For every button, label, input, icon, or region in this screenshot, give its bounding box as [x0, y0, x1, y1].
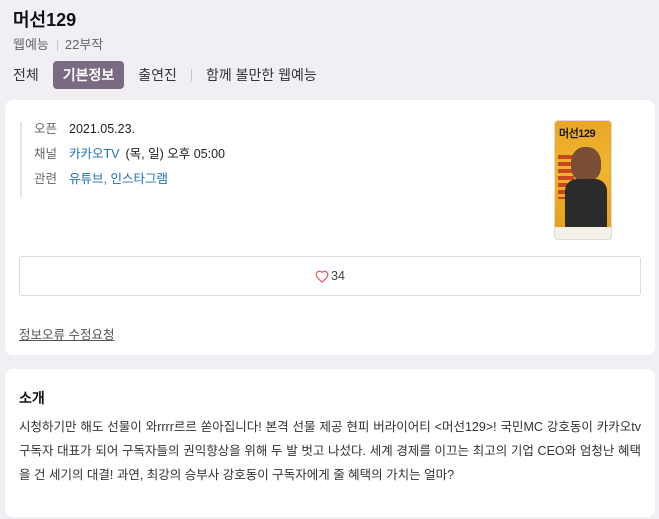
tab-basic-info[interactable]: 기본정보: [52, 61, 125, 89]
channel-label: 채널: [34, 147, 58, 161]
poster-host-body: [565, 179, 607, 229]
poster-title-text: 머선129: [559, 128, 596, 140]
info-row-related: 관련 유튜브, 인스타그램: [34, 172, 225, 187]
tab-all[interactable]: 전체: [13, 61, 39, 89]
poster-image[interactable]: 머선129: [554, 120, 612, 240]
heart-icon: [315, 270, 329, 283]
tab-cast[interactable]: 출연진: [138, 61, 177, 89]
youtube-link[interactable]: 유튜브: [69, 172, 104, 186]
open-label: 오픈: [34, 122, 58, 136]
intro-text: 시청하기만 해도 선물이 와rrrr르르 쏟아집니다! 본격 선물 제공 현피 …: [19, 420, 641, 482]
intro-card: 소개 시청하기만 해도 선물이 와rrrr르르 쏟아집니다! 본격 선물 제공 …: [5, 369, 655, 517]
page-title: 머선129: [13, 10, 77, 30]
poster-footer-band: [555, 227, 611, 239]
like-count: 34: [331, 269, 345, 283]
meta-line: 웹예능 22부작: [13, 37, 653, 53]
open-date: 2021.05.23.: [69, 122, 136, 136]
info-row-channel: 채널 카카오TV (목, 일) 오후 05:00: [34, 147, 225, 162]
genre-label: 웹예능: [13, 37, 49, 52]
instagram-link[interactable]: 인스타그램: [110, 172, 168, 186]
report-error-link[interactable]: 정보오류 수정요청: [19, 324, 114, 343]
tab-divider: [190, 69, 192, 81]
like-button[interactable]: 34: [19, 256, 641, 296]
tab-related-shows[interactable]: 함께 볼만한 웹예능: [206, 61, 317, 89]
related-label: 관련: [34, 172, 58, 186]
basic-info-card: 오픈 2021.05.23. 채널 카카오TV (목, 일) 오후 05:00 관…: [5, 100, 655, 355]
poster-host-face: [571, 147, 601, 181]
meta-divider: [56, 39, 58, 51]
channel-link[interactable]: 카카오TV: [69, 147, 119, 161]
page-header: 머선129 웹예능 22부작: [13, 9, 653, 53]
info-row-open: 오픈 2021.05.23.: [34, 122, 225, 137]
tab-bar: 전체 기본정보 출연진 함께 볼만한 웹예능: [13, 61, 317, 89]
related-separator: ,: [103, 172, 107, 186]
channel-schedule: (목, 일) 오후 05:00: [125, 147, 225, 161]
info-list: 오픈 2021.05.23. 채널 카카오TV (목, 일) 오후 05:00 관…: [20, 122, 225, 197]
intro-heading: 소개: [19, 390, 45, 406]
episode-count: 22부작: [64, 37, 104, 52]
